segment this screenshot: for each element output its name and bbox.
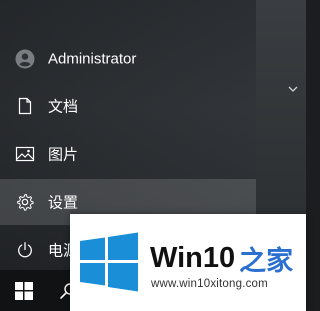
power-icon <box>15 240 35 260</box>
watermark-title-suffix: 之家 <box>239 245 294 277</box>
watermark-badge: Win10 之家 www.win10xitong.com <box>70 214 306 311</box>
user-icon <box>15 49 35 69</box>
start-item-settings-label: 设置 <box>48 194 79 212</box>
start-item-pictures[interactable]: 图片 <box>0 131 256 177</box>
chevron-down-icon[interactable] <box>287 84 299 94</box>
start-item-pictures-label: 图片 <box>48 146 79 164</box>
watermark-title: Win10 之家 <box>150 238 293 278</box>
start-button[interactable] <box>0 270 48 311</box>
windows-logo-icon <box>15 281 33 300</box>
windows-logo <box>80 232 138 292</box>
start-item-documents-label: 文档 <box>48 98 79 116</box>
gear-icon <box>15 192 35 212</box>
user-name: Administrator <box>48 50 137 68</box>
watermark-url: www.win10xitong.com <box>151 278 268 290</box>
document-icon <box>15 96 35 116</box>
start-item-documents[interactable]: 文档 <box>0 83 256 129</box>
pictures-icon <box>15 144 35 164</box>
watermark-title-prefix: Win10 <box>150 241 236 274</box>
user-account-item[interactable]: Administrator <box>0 36 256 82</box>
